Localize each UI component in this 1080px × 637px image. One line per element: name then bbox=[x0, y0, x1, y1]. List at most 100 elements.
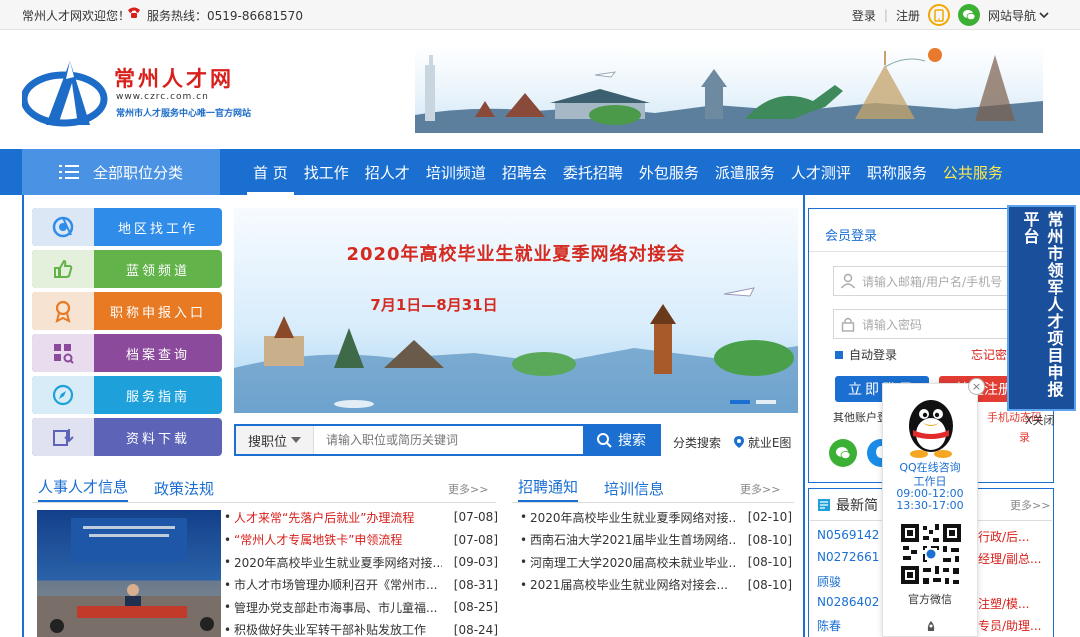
vertical-banner-close-link[interactable]: X关闭 bbox=[1025, 412, 1055, 428]
qq-consult-title[interactable]: QQ在线咨询 bbox=[883, 462, 977, 474]
resume-position[interactable]: 专员/助理... bbox=[978, 617, 1042, 634]
news-photo[interactable] bbox=[37, 510, 221, 637]
job-fair-banner[interactable]: 2020年高校毕业生就业夏季网络对接会 7月1日—8月31日 bbox=[234, 208, 798, 413]
list-item[interactable]: • 2021届高校毕业生就业网络对接会... [08-10] bbox=[520, 574, 792, 597]
list-item[interactable]: • 2020年高校毕业生就业夏季网络对接... [02-10] bbox=[520, 506, 792, 529]
lock-icon bbox=[841, 317, 855, 332]
list-item[interactable]: • 管理办党支部赴市海事局、市儿童福... [08-25] bbox=[224, 596, 498, 619]
banner-title: 2020年高校毕业生就业夏季网络对接会 bbox=[346, 244, 686, 265]
quick-link-downloads[interactable]: 资料下载 bbox=[32, 418, 222, 456]
nav-item-outsourcing[interactable]: 外包服务 bbox=[631, 149, 707, 195]
right-news-list: • 2020年高校毕业生就业夏季网络对接... [02-10] • 西南石油大学202… bbox=[520, 506, 792, 596]
resume-code[interactable]: 顾骏 bbox=[817, 573, 841, 590]
search-icon bbox=[597, 433, 612, 448]
right-news-tabs: 招聘通知 培训信息 bbox=[518, 476, 690, 502]
all-job-categories-button[interactable]: 全部职位分类 bbox=[22, 149, 220, 195]
caret-down-icon bbox=[291, 437, 301, 443]
latest-resumes-more-link[interactable]: 更多>> bbox=[1010, 497, 1050, 513]
top-bar: 常州人才网欢迎您！ 服务热线：0519-86681570 登录 | 注册 网站导… bbox=[0, 0, 1080, 30]
list-item[interactable]: • 市人才市场管理办顺利召开《常州市... [08-31] bbox=[224, 574, 498, 597]
nav-item-training[interactable]: 培训频道 bbox=[418, 149, 494, 195]
username-field[interactable]: 请输入邮箱/用户名/手机号 bbox=[833, 266, 1033, 296]
main-navigation: 全部职位分类 首 页 找工作 招人才 培训频道 招聘会 委托招聘 外包服务 派遣… bbox=[0, 149, 1080, 195]
leading-talent-project-banner[interactable]: 常州市领军人才项目申报平台 bbox=[1007, 205, 1076, 411]
register-link[interactable]: 注册 bbox=[896, 7, 920, 24]
official-wechat-label: 官方微信 bbox=[908, 593, 952, 606]
rocket-icon[interactable] bbox=[923, 620, 939, 636]
login-link[interactable]: 登录 bbox=[852, 7, 876, 24]
map-pin-icon bbox=[734, 436, 744, 448]
nav-item-find-job[interactable]: 找工作 bbox=[296, 149, 357, 195]
qq-penguin-icon[interactable] bbox=[903, 392, 959, 458]
compass-icon bbox=[32, 376, 94, 414]
resume-code[interactable]: N0286402 bbox=[817, 595, 879, 609]
site-navigation-menu[interactable]: 网站导航 bbox=[988, 7, 1050, 24]
nav-item-entrusted-recruitment[interactable]: 委托招聘 bbox=[555, 149, 631, 195]
nav-item-home[interactable]: 首 页 bbox=[245, 149, 296, 195]
quick-link-blue-collar[interactable]: 蓝领频道 bbox=[32, 250, 222, 288]
list-item[interactable]: • 人才来常“先落户后就业”办理流程 [07-08] bbox=[224, 506, 498, 529]
nav-item-recruit[interactable]: 招人才 bbox=[357, 149, 418, 195]
list-item[interactable]: • 积极做好失业军转干部补贴发放工作 [08-24] bbox=[224, 619, 498, 637]
nav-item-job-fair[interactable]: 招聘会 bbox=[494, 149, 555, 195]
resume-position[interactable]: 行政/后... bbox=[978, 528, 1030, 545]
tab-policies[interactable]: 政策法规 bbox=[154, 478, 214, 502]
latest-resumes-title: 最新简 bbox=[817, 495, 878, 515]
quick-link-region-jobs[interactable]: 地区找工作 bbox=[32, 208, 222, 246]
mobile-app-icon[interactable] bbox=[927, 4, 950, 26]
resume-code[interactable]: N0272661 bbox=[817, 550, 879, 564]
nav-item-assessment[interactable]: 人才测评 bbox=[783, 149, 859, 195]
login-title: 会员登录 bbox=[825, 229, 878, 244]
search-button[interactable]: 搜索 bbox=[583, 426, 659, 454]
header-city-banner bbox=[415, 45, 1043, 133]
resume-code[interactable]: N0569142 bbox=[817, 528, 879, 542]
list-icon bbox=[58, 164, 79, 180]
resume-icon bbox=[818, 499, 830, 511]
quick-link-service-guide[interactable]: 服务指南 bbox=[32, 376, 222, 414]
site-logo[interactable]: 常州人才网 www.czrc.com.cn 常州市人才服务中心唯一官方网站 bbox=[22, 57, 282, 129]
left-news-more-link[interactable]: 更多>> bbox=[448, 481, 488, 497]
wechat-login-icon[interactable] bbox=[829, 439, 857, 467]
close-icon[interactable]: × bbox=[968, 378, 985, 395]
password-field[interactable]: 请输入密码 bbox=[833, 309, 1033, 339]
list-item[interactable]: • 西南石油大学2021届毕业生首场网络... [08-10] bbox=[520, 529, 792, 552]
quick-link-title-application[interactable]: 职称申报入口 bbox=[32, 292, 222, 330]
list-item[interactable]: • 2020年高校毕业生就业夏季网络对接... [09-03] bbox=[224, 551, 498, 574]
site-header: 常州人才网 www.czrc.com.cn 常州市人才服务中心唯一官方网站 bbox=[0, 31, 1080, 149]
search-input[interactable] bbox=[314, 426, 583, 454]
forgot-password-link[interactable]: 忘记密 bbox=[971, 346, 1007, 363]
list-item[interactable]: • 河南理工大学2020届高校未就业毕业... [08-10] bbox=[520, 551, 792, 574]
qq-time-afternoon: 13:30-17:00 bbox=[896, 499, 964, 512]
resume-code[interactable]: 陈春 bbox=[817, 617, 841, 634]
auto-login-checkbox[interactable]: 自动登录 bbox=[835, 346, 897, 363]
left-news-list: • 人才来常“先落户后就业”办理流程 [07-08] • “常州人才专属地铁卡”申领流… bbox=[224, 506, 498, 637]
category-search-link[interactable]: 分类搜索 bbox=[673, 434, 721, 451]
logo-brand-text: 常州人才网 bbox=[114, 66, 234, 91]
nav-item-dispatch[interactable]: 派遣服务 bbox=[707, 149, 783, 195]
download-icon bbox=[32, 418, 94, 456]
thumbs-up-icon bbox=[32, 250, 94, 288]
carousel-dots[interactable] bbox=[730, 400, 776, 404]
tab-hr-info[interactable]: 人事人才信息 bbox=[38, 476, 129, 502]
left-news-tabs: 人事人才信息 政策法规 bbox=[38, 476, 240, 502]
welcome-text: 常州人才网欢迎您！ bbox=[22, 9, 131, 23]
wechat-icon[interactable] bbox=[957, 4, 980, 26]
quick-link-archive-query[interactable]: 档案查询 bbox=[32, 334, 222, 372]
employment-map-link[interactable]: 就业E图 bbox=[734, 434, 791, 451]
search-type-select[interactable]: 搜职位 bbox=[236, 426, 314, 454]
logo-slogan: 常州市人才服务中心唯一官方网站 bbox=[116, 109, 252, 119]
list-item[interactable]: • “常州人才专属地铁卡”申领流程 [07-08] bbox=[224, 529, 498, 552]
tab-recruitment-notice[interactable]: 招聘通知 bbox=[518, 476, 579, 502]
job-search-bar: 搜职位 搜索 bbox=[234, 424, 661, 456]
resume-position[interactable]: 经理/副总... bbox=[978, 550, 1042, 567]
nav-item-public-service[interactable]: 公共服务 bbox=[935, 149, 1011, 195]
nav-item-title-service[interactable]: 职称服务 bbox=[859, 149, 935, 195]
service-hotline: 服务热线：0519-86681570 bbox=[147, 9, 303, 23]
right-news-more-link[interactable]: 更多>> bbox=[740, 481, 780, 497]
user-icon bbox=[840, 273, 856, 289]
sms-code-login-link-suffix[interactable]: 录 bbox=[1019, 429, 1030, 445]
tab-training-info[interactable]: 培训信息 bbox=[604, 478, 664, 502]
logo-mark-icon bbox=[22, 61, 108, 127]
other-account-login-label: 其他账户登 bbox=[833, 411, 888, 424]
resume-position[interactable]: 注塑/模... bbox=[978, 595, 1030, 612]
